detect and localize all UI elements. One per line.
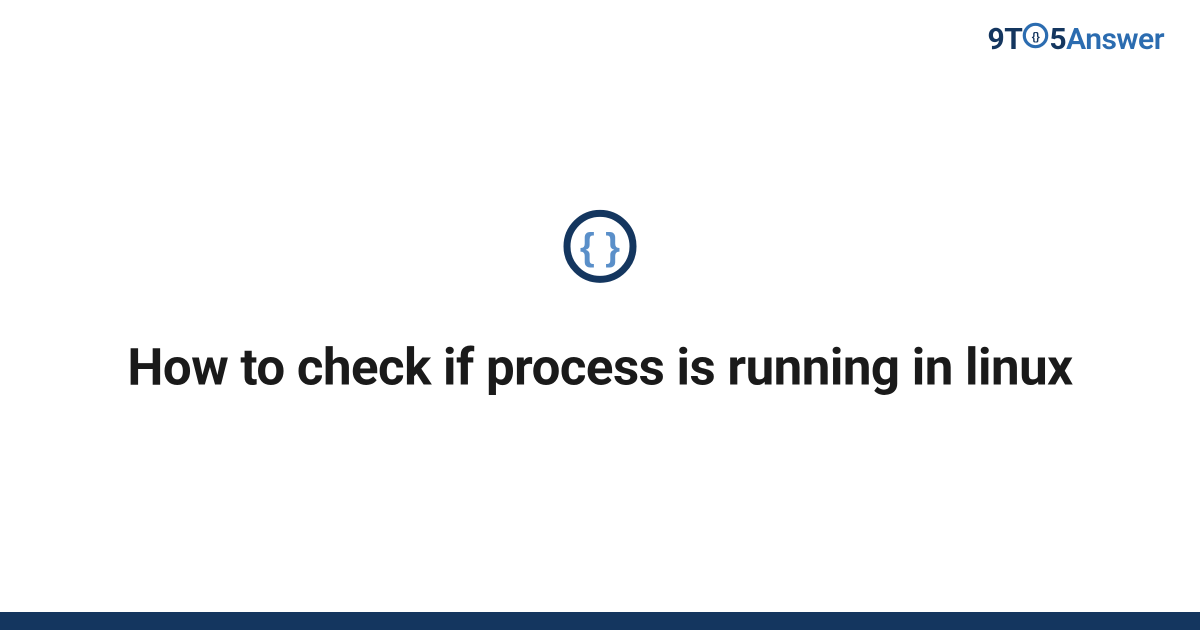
code-braces-icon: { } (561, 207, 639, 289)
svg-text:{}: {} (1032, 31, 1041, 43)
svg-text:{ }: { } (580, 226, 620, 268)
main-content: { } How to check if process is running i… (0, 207, 1200, 399)
logo-part-answer: Answer (1066, 22, 1164, 57)
clock-icon: {} (1022, 22, 1049, 57)
site-logo: 9T {} 5Answer (988, 22, 1164, 59)
page-title: How to check if process is running in li… (75, 337, 1125, 399)
logo-part-5: 5 (1049, 22, 1066, 57)
footer-accent-bar (0, 612, 1200, 630)
logo-part-9t: 9T (988, 22, 1023, 57)
